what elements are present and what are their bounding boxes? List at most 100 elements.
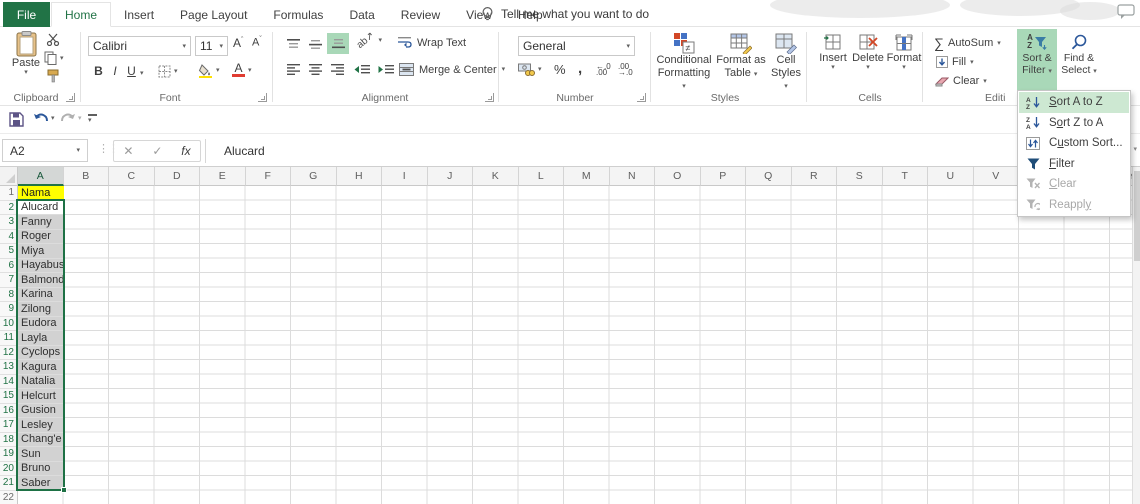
tab-formulas[interactable]: Formulas — [260, 2, 336, 27]
row-header-11[interactable]: 11 — [0, 331, 18, 346]
cell-A3[interactable]: Fanny — [18, 215, 64, 230]
row-header-6[interactable]: 6 — [0, 259, 18, 274]
column-header-U[interactable]: U — [928, 167, 974, 186]
row-header-12[interactable]: 12 — [0, 346, 18, 361]
row-header-7[interactable]: 7 — [0, 273, 18, 288]
tab-page-layout[interactable]: Page Layout — [167, 2, 260, 27]
column-header-H[interactable]: H — [337, 167, 383, 186]
column-header-S[interactable]: S — [837, 167, 883, 186]
tab-data[interactable]: Data — [336, 2, 387, 27]
row-header-19[interactable]: 19 — [0, 447, 18, 462]
column-header-V[interactable]: V — [974, 167, 1020, 186]
cell-A6[interactable]: Hayabusa — [18, 259, 64, 274]
format-cells-button[interactable]: Format ▾ — [886, 32, 922, 71]
undo-button[interactable]: ▾ — [33, 111, 55, 125]
row-header-8[interactable]: 8 — [0, 288, 18, 303]
row-header-21[interactable]: 21 — [0, 476, 18, 491]
cell-A16[interactable]: Gusion — [18, 404, 64, 419]
cell-A9[interactable]: Zilong — [18, 302, 64, 317]
menu-item-filter[interactable]: Filter — [1019, 154, 1129, 175]
autosum-button[interactable]: ∑ AutoSum ▾ — [934, 35, 1001, 51]
increase-indent-button[interactable] — [378, 64, 394, 75]
column-header-Q[interactable]: Q — [746, 167, 792, 186]
cell-A5[interactable]: Miya — [18, 244, 64, 259]
insert-cells-button[interactable]: Insert ▾ — [816, 32, 850, 71]
cell-A14[interactable]: Natalia — [18, 375, 64, 390]
menu-item-sort-a-to-z[interactable]: AZSort A to Z — [1019, 92, 1129, 113]
row-header-4[interactable]: 4 — [0, 230, 18, 245]
decrease-decimal-button[interactable]: .00→.0 — [618, 64, 633, 76]
cell-A18[interactable]: Chang'e — [18, 433, 64, 448]
fill-button[interactable]: Fill ▾ — [936, 56, 974, 68]
font-color-button[interactable]: A ▾ — [232, 63, 252, 77]
font-size-combo[interactable]: 11 ▾ — [195, 36, 228, 56]
customize-toolbar-button[interactable]: ▾ — [88, 114, 97, 124]
row-header-1[interactable]: 1 — [0, 186, 18, 201]
tell-me-box[interactable]: Tell me what you want to do — [481, 0, 649, 27]
wrap-text-button[interactable]: Wrap Text — [398, 37, 466, 49]
sheet-cells-area[interactable] — [18, 186, 1132, 504]
alignment-dialog-launcher[interactable] — [485, 93, 494, 102]
row-header-14[interactable]: 14 — [0, 375, 18, 390]
select-all-corner[interactable] — [0, 167, 18, 186]
cell-A17[interactable]: Lesley — [18, 418, 64, 433]
accounting-format-button[interactable]: ▾ — [518, 63, 542, 76]
middle-align-button[interactable] — [305, 35, 325, 53]
menu-item-sort-z-to-a[interactable]: ZASort Z to A — [1019, 113, 1129, 134]
bold-button[interactable]: B — [92, 64, 105, 78]
top-align-button[interactable] — [283, 35, 303, 53]
borders-button[interactable]: ▾ — [158, 65, 178, 78]
cell-A19[interactable]: Sun — [18, 447, 64, 462]
delete-cells-button[interactable]: Delete ▾ — [850, 32, 886, 71]
cancel-icon[interactable]: ✕ — [123, 144, 133, 158]
cell-A21[interactable]: Saber — [18, 476, 64, 491]
row-header-5[interactable]: 5 — [0, 244, 18, 259]
cell-A11[interactable]: Layla — [18, 331, 64, 346]
tab-home[interactable]: Home — [51, 2, 111, 27]
enter-icon[interactable]: ✓ — [152, 144, 162, 158]
number-dialog-launcher[interactable] — [637, 93, 646, 102]
cell-A12[interactable]: Cyclops — [18, 346, 64, 361]
column-header-O[interactable]: O — [655, 167, 701, 186]
row-header-16[interactable]: 16 — [0, 404, 18, 419]
cell-A8[interactable]: Karina — [18, 288, 64, 303]
column-header-K[interactable]: K — [473, 167, 519, 186]
orientation-button[interactable]: ab↗ ▾ — [356, 35, 382, 46]
cell-A7[interactable]: Balmond — [18, 273, 64, 288]
cell-A15[interactable]: Helcurt — [18, 389, 64, 404]
column-header-F[interactable]: F — [246, 167, 292, 186]
clear-button[interactable]: Clear ▾ — [935, 75, 987, 87]
cell-A13[interactable]: Kagura — [18, 360, 64, 375]
cell-A1[interactable]: Nama — [18, 186, 64, 201]
column-header-L[interactable]: L — [519, 167, 565, 186]
row-header-22[interactable]: 22 — [0, 491, 18, 504]
formula-bar-expand-chevron[interactable]: ▾ — [1133, 146, 1137, 153]
grow-font-button[interactable]: Aˆ — [233, 36, 243, 50]
shrink-font-button[interactable]: Aˇ — [252, 36, 262, 49]
cell-A2[interactable]: Alucard — [18, 201, 64, 216]
column-header-P[interactable]: P — [701, 167, 747, 186]
cell-A4[interactable]: Roger — [18, 230, 64, 245]
row-header-13[interactable]: 13 — [0, 360, 18, 375]
merge-center-button[interactable]: Merge & Center ▾ — [399, 63, 505, 76]
sort-filter-button[interactable]: AZ Sort & Filter ▾ — [1017, 29, 1057, 90]
format-painter-button[interactable] — [46, 69, 60, 83]
column-header-G[interactable]: G — [291, 167, 337, 186]
column-header-N[interactable]: N — [610, 167, 656, 186]
vertical-scrollbar[interactable] — [1132, 167, 1140, 504]
font-dialog-launcher[interactable] — [258, 93, 267, 102]
redo-button[interactable]: ▾ — [60, 111, 82, 125]
tab-file[interactable]: File — [3, 2, 50, 27]
row-header-2[interactable]: 2 — [0, 201, 18, 216]
tab-review[interactable]: Review — [388, 2, 453, 27]
cell-styles-button[interactable]: Cell Styles ▾ — [768, 32, 804, 92]
column-header-T[interactable]: T — [883, 167, 929, 186]
increase-decimal-button[interactable]: ←.0.00 — [596, 64, 611, 76]
save-button[interactable] — [9, 112, 24, 127]
column-header-J[interactable]: J — [428, 167, 474, 186]
row-header-10[interactable]: 10 — [0, 317, 18, 332]
comma-style-button[interactable]: , — [578, 60, 582, 77]
fill-handle[interactable] — [61, 487, 67, 493]
fill-color-button[interactable]: ▾ — [198, 63, 220, 78]
bottom-align-button[interactable] — [327, 33, 349, 54]
